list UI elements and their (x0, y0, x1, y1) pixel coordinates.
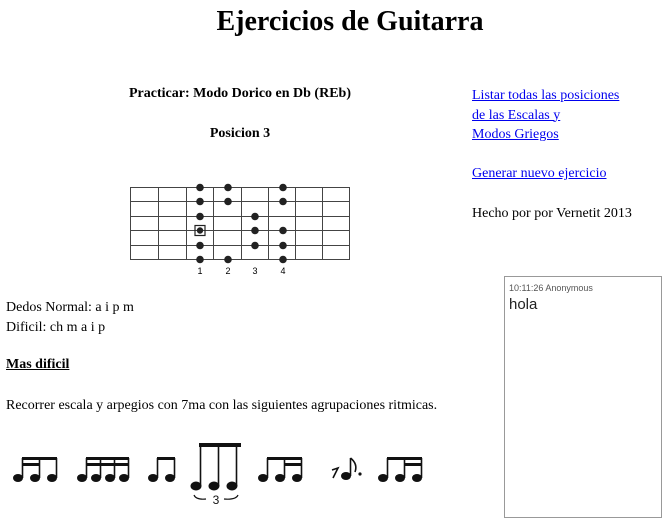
note-dot (224, 255, 232, 264)
fingers-hard: Dificil: ch m a i p (6, 320, 106, 335)
note-dot (279, 183, 287, 192)
chat-message-meta: 10:11:26 Anonymous (509, 283, 593, 293)
rhythm-group-7 (378, 457, 423, 482)
note-dot (279, 241, 287, 250)
rhythm-group-5 (258, 457, 303, 482)
note-dot (196, 197, 204, 206)
hard-heading: Mas dificil (6, 357, 70, 372)
note-dot (196, 255, 204, 264)
chat-box[interactable]: 10:11:26 Anonymous hola (504, 276, 662, 518)
note-dot (224, 183, 232, 192)
new-exercise-link[interactable]: Generar nuevo ejercicio (472, 166, 606, 181)
note-dot (196, 241, 204, 250)
note-dot (224, 197, 232, 206)
note-dot (279, 197, 287, 206)
triplet-label: 3 (213, 493, 220, 507)
note-dot (196, 212, 204, 221)
finger-instructions: Dedos Normal: a i p m Dificil: ch m a i … (6, 298, 134, 338)
finger-label-1: 1 (197, 266, 202, 276)
rhythm-groupings-image: 3 (13, 443, 423, 507)
new-exercise-block: Generar nuevo ejercicio (472, 166, 606, 182)
rhythm-group-6 (331, 457, 362, 480)
exercise-description: Recorrer escala y arpegios con 7ma con l… (6, 398, 438, 413)
note-dot (196, 183, 204, 192)
note-dot (279, 226, 287, 235)
credit-text: Hecho por por Vernetit 2013 (472, 206, 632, 221)
rhythm-group-3 (148, 457, 176, 482)
finger-label-4: 4 (280, 266, 285, 276)
note-dot (279, 255, 287, 264)
position-heading: Posicion 3 (209, 126, 271, 141)
note-dot (251, 226, 259, 235)
note-dot (251, 212, 259, 221)
scales-list-link-line1[interactable]: Listar todas las posiciones (472, 88, 619, 103)
chat-message-text: hola (509, 296, 538, 313)
finger-label-3: 3 (252, 266, 257, 276)
rhythm-group-1 (13, 457, 58, 482)
note-dot (251, 241, 259, 250)
fretboard-grid (130, 187, 350, 260)
rhythm-group-2 (77, 457, 130, 482)
fretboard-diagram: 1 2 3 4 (130, 183, 350, 276)
scales-list-link-line3[interactable]: Modos Griegos (472, 127, 559, 142)
practice-heading: Practicar: Modo Dorico en Db (REb) (128, 86, 351, 101)
page-title: Ejercicios de Guitarra (216, 6, 484, 37)
finger-label-2: 2 (225, 266, 230, 276)
scales-list-link-line2[interactable]: de las Escalas y (472, 108, 560, 123)
scales-list-link-block: Listar todas las posiciones de las Escal… (472, 86, 662, 145)
fingers-normal: Dedos Normal: a i p m (6, 300, 134, 315)
rhythm-group-4-triplet: 3 (190, 443, 241, 507)
